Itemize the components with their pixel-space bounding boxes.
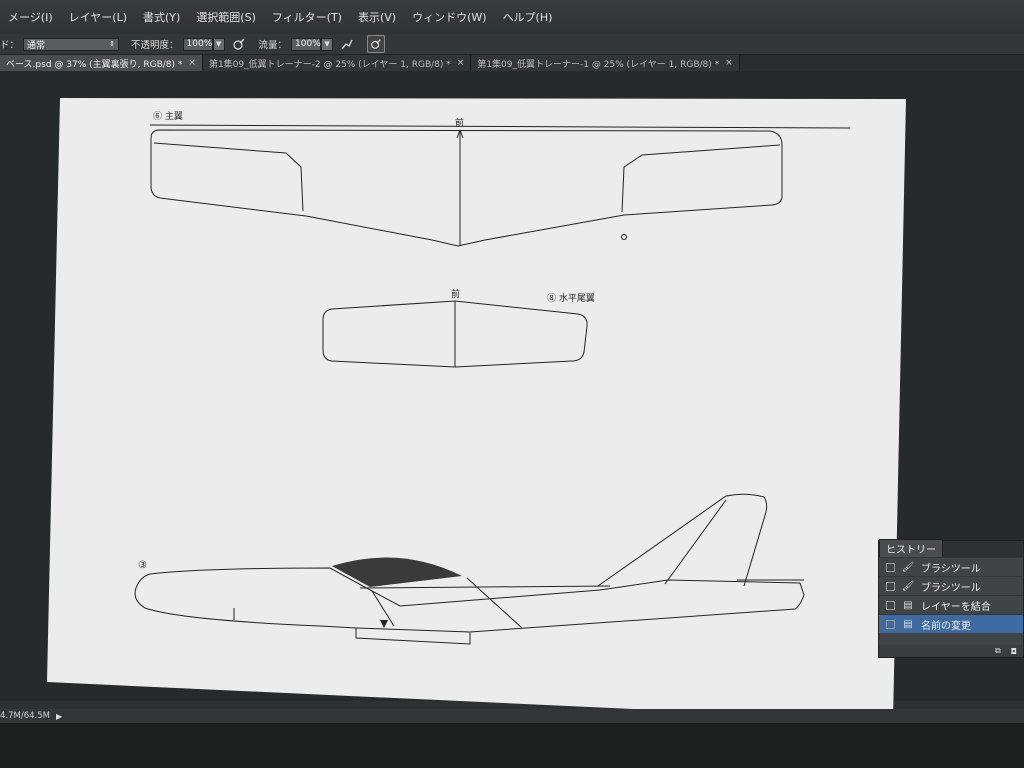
history-panel: ヒストリー 🖌 ブラシツール 🖌 ブラシツール ▤ レイヤーを結合 ▤ 名前の変… <box>878 539 1024 658</box>
brush-icon: 🖌 <box>901 580 915 592</box>
main-wing-label: ⑥ 主翼 <box>153 110 183 122</box>
status-menu-arrow-icon[interactable]: ▶ <box>56 712 62 721</box>
brush-icon: 🖌 <box>901 561 915 573</box>
snapshot-checkbox[interactable] <box>886 600 895 610</box>
history-item[interactable]: 🖌 ブラシツール <box>879 576 1023 595</box>
document-icon: ▤ <box>903 599 913 611</box>
new-document-from-state-icon[interactable]: ⧉ <box>995 646 1001 656</box>
fuselage-label: ③ <box>138 560 147 571</box>
doc-size: 4.7M/64.5M <box>0 711 50 721</box>
history-tab[interactable]: ヒストリー <box>879 539 943 557</box>
paper-sheet <box>47 98 906 721</box>
status-bar: 4.7M/64.5M ▶ <box>0 709 1024 723</box>
document-canvas[interactable]: ⑥ 主翼 前 前 ⑧ 水平尾翼 ③ <box>0 0 1024 768</box>
history-item-label: 名前の変更 <box>921 620 971 632</box>
history-panel-footer: ⧉ ◘ <box>879 645 1023 657</box>
camera-snapshot-icon[interactable]: ◘ <box>1011 647 1017 656</box>
history-item-label: レイヤーを結合 <box>921 601 991 613</box>
snapshot-checkbox[interactable] <box>886 581 895 591</box>
history-item-label: ブラシツール <box>921 582 981 594</box>
bottom-area <box>0 723 1024 768</box>
history-item[interactable]: ▤ レイヤーを結合 <box>879 595 1023 614</box>
front-label-1: 前 <box>455 117 464 129</box>
tail-label: ⑧ 水平尾翼 <box>547 292 595 304</box>
front-label-2: 前 <box>451 288 460 300</box>
snapshot-checkbox[interactable] <box>886 562 895 572</box>
document-icon: ▤ <box>903 618 913 630</box>
history-item[interactable]: 🖌 ブラシツール <box>879 557 1023 576</box>
history-item-selected[interactable]: ▤ 名前の変更 <box>879 614 1023 633</box>
snapshot-checkbox[interactable] <box>886 619 895 629</box>
history-item-label: ブラシツール <box>921 563 981 575</box>
history-panel-header: ヒストリー <box>879 539 1023 557</box>
